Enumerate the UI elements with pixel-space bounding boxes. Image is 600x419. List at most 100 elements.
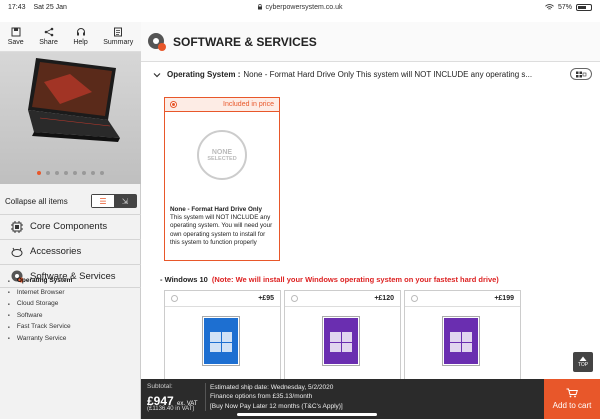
option-details: This system will NOT INCLUDE any operati…: [170, 214, 273, 246]
summary-button[interactable]: Summary: [103, 27, 133, 46]
help-button[interactable]: Help: [73, 27, 88, 46]
summary-label: Summary: [103, 39, 134, 46]
none-selected-icon: NONE SELECTED: [197, 130, 247, 180]
carousel-dot[interactable]: [37, 171, 41, 175]
collapsed-icon: ⇲: [114, 195, 136, 207]
software-sub-list: Operating System Internet Browser Cloud …: [8, 275, 73, 345]
none-circle-top: NONE: [211, 148, 233, 156]
headset-icon: [76, 28, 85, 36]
url-text: cyberpowersystem.co.uk: [265, 3, 343, 11]
order-info: Estimated ship date: Wednesday, 5/2/2020…: [205, 383, 350, 412]
included-badge: Included in price: [223, 101, 274, 108]
sub-item-cloud-storage[interactable]: Cloud Storage: [8, 298, 72, 310]
summary-icon: [114, 27, 123, 37]
product-image: [0, 52, 141, 184]
buy-now-pay-later-link[interactable]: [Buy Now Pay Later 12 months (T&C's Appl…: [210, 402, 350, 411]
option-name: None - Format Hard Drive Only: [170, 206, 263, 213]
top-label: TOP: [577, 362, 589, 368]
lock-icon: [257, 4, 262, 10]
cpu-icon: [11, 220, 23, 233]
option-header: +£120: [285, 291, 400, 307]
sub-item-warranty[interactable]: Warranty Service: [8, 333, 72, 345]
os-option-none[interactable]: Included in price NONE SELECTED None - F…: [164, 97, 280, 261]
sidebar-item-label: Accessories: [30, 246, 82, 257]
carousel-dot[interactable]: [100, 171, 104, 175]
laptop-image: [28, 58, 120, 142]
section-header: SOFTWARE & SERVICES: [141, 22, 600, 62]
left-panel: Save Share Help Summary Collapse all ite…: [0, 22, 141, 419]
windows-box-image: [323, 317, 359, 365]
section-label: Operating System :: [167, 70, 241, 79]
option-price: +£95: [258, 295, 274, 302]
option-header: +£199: [405, 291, 520, 307]
home-indicator: [237, 413, 377, 416]
inc-vat-label: (£1136.40 in VAT): [147, 406, 195, 412]
windows-10-heading[interactable]: - Windows 10 (Note: We will install your…: [160, 275, 499, 284]
status-time-date: 17:43 Sat 25 Jan: [8, 4, 73, 11]
collapse-label: Collapse all items: [5, 196, 68, 206]
add-to-cart-button[interactable]: Add to cart: [544, 379, 600, 419]
carousel-dots: [0, 171, 141, 175]
cart-label: Add to cart: [552, 401, 592, 410]
main-content: SOFTWARE & SERVICES Operating System : N…: [141, 22, 600, 419]
windows-box-image: [203, 317, 239, 365]
configurator-toolbar: Save Share Help Summary: [0, 22, 141, 52]
expanded-icon: ☰: [92, 195, 114, 207]
option-radio[interactable]: [170, 101, 177, 108]
carousel-dot[interactable]: [64, 171, 68, 175]
battery-percent: 57%: [557, 3, 572, 11]
status-time: 17:43: [8, 3, 26, 11]
share-button[interactable]: Share: [39, 27, 58, 46]
wifi-icon: [545, 3, 554, 10]
collapse-toggle[interactable]: ☰ ⇲: [91, 194, 137, 208]
ship-date: Estimated ship date: Wednesday, 5/2/2020: [210, 384, 334, 391]
status-indicators: 57%: [545, 3, 592, 11]
back-to-top-button[interactable]: TOP: [573, 352, 593, 372]
windows-label: - Windows 10: [160, 275, 208, 284]
cart-icon: [566, 388, 578, 398]
sidebar-item-accessories[interactable]: Accessories: [0, 239, 141, 263]
chevron-down-icon: [153, 72, 161, 77]
status-date: Sat 25 Jan: [33, 3, 67, 11]
sub-item-software[interactable]: Software: [8, 310, 72, 322]
share-label: Share: [39, 39, 58, 46]
sub-item-fast-track[interactable]: Fast Track Service: [8, 321, 72, 333]
option-price: +£199: [494, 295, 514, 302]
status-bar: 17:43 Sat 25 Jan cyberpowersystem.co.uk …: [0, 0, 600, 14]
option-header: +£95: [165, 291, 280, 307]
operating-system-row[interactable]: Operating System : None - Format Hard Dr…: [153, 70, 593, 79]
battery-icon: [576, 3, 592, 11]
carousel-dot[interactable]: [91, 171, 95, 175]
option-description: None - Format Hard Drive Only This syste…: [170, 206, 276, 247]
windows-box-image: [443, 317, 479, 365]
option-radio[interactable]: [171, 295, 178, 302]
option-header: Included in price: [165, 98, 279, 112]
save-label: Save: [7, 39, 24, 46]
carousel-dot[interactable]: [46, 171, 50, 175]
share-icon: [44, 27, 53, 37]
subtotal-label: Subtotal:: [147, 383, 173, 390]
software-icon: [148, 32, 166, 51]
none-circle-bottom: SELECTED: [207, 155, 237, 162]
accessories-icon: [11, 247, 23, 257]
finance-options[interactable]: Finance options from £35.13/month: [210, 392, 350, 401]
grid-view-button[interactable]: [570, 68, 592, 80]
carousel-dot[interactable]: [55, 171, 59, 175]
sidebar-item-label: Core Components: [30, 221, 108, 232]
save-icon: [11, 27, 21, 37]
address-bar[interactable]: cyberpowersystem.co.uk: [257, 3, 343, 11]
page-title: SOFTWARE & SERVICES: [173, 34, 317, 49]
collapse-all-row: Collapse all items ☰ ⇲: [5, 194, 137, 208]
carousel-dot[interactable]: [73, 171, 77, 175]
carousel-dot[interactable]: [82, 171, 86, 175]
save-button[interactable]: Save: [8, 27, 24, 46]
sub-item-internet-browser[interactable]: Internet Browser: [8, 287, 72, 299]
help-label: Help: [73, 39, 88, 46]
windows-note: (Note: We will install your Windows oper…: [211, 275, 499, 284]
option-radio[interactable]: [411, 295, 418, 302]
grid-icon: [576, 71, 587, 77]
option-radio[interactable]: [291, 295, 298, 302]
option-price: +£120: [374, 295, 394, 302]
sidebar-item-core-components[interactable]: Core Components: [0, 214, 141, 238]
sub-item-operating-system[interactable]: Operating System: [8, 275, 73, 287]
